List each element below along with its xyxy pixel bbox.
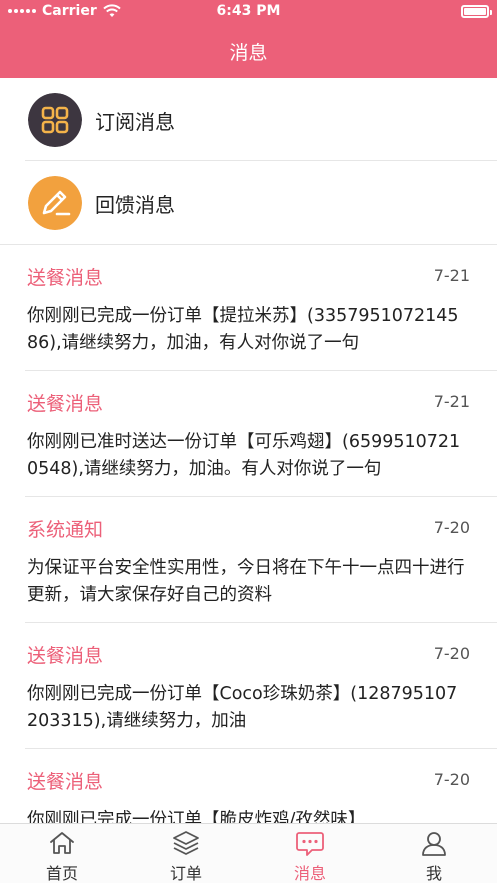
message-body: 为保证平台安全性实用性，今日将在下午十一点四十进行更新，请大家保存好自己的资料 — [27, 558, 465, 605]
status-bar: Carrier 6:43 PM — [0, 0, 497, 24]
message-body: 你刚刚已完成一份订单【提拉米苏】(335795107214586),请继续努力，… — [27, 306, 459, 353]
tab-messages[interactable]: 消息 — [248, 824, 372, 883]
nav-header: Carrier 6:43 PM 消息 — [0, 0, 497, 78]
message-icon — [296, 832, 324, 856]
grid-apps-icon — [28, 93, 82, 147]
message-date: 7-20 — [433, 518, 470, 537]
message-title: 系统通知 — [27, 519, 104, 541]
message-body: 你刚刚已准时送达一份订单【可乐鸡翅】(65995107210548),请继续努力… — [27, 432, 461, 479]
tab-home[interactable]: 首页 — [0, 824, 124, 883]
message-item[interactable]: 送餐消息 7-21 你刚刚已完成一份订单【提拉米苏】(3357951072145… — [0, 245, 497, 371]
message-body: 你刚刚已完成一份订单【Coco珍珠奶茶】(128795107203315),请继… — [27, 684, 458, 731]
message-item[interactable]: 系统通知 7-20 为保证平台安全性实用性，今日将在下午十一点四十进行更新，请大… — [0, 497, 497, 623]
tab-label: 消息 — [293, 864, 326, 883]
message-title: 送餐消息 — [27, 645, 104, 667]
message-title: 送餐消息 — [27, 393, 104, 415]
tab-label: 订单 — [169, 864, 202, 883]
message-item[interactable]: 送餐消息 7-20 你刚刚已完成一份订单【脆皮炸鸡/孜然味】 — [0, 749, 497, 823]
message-date: 7-20 — [433, 770, 470, 789]
battery-icon — [461, 5, 492, 18]
layers-icon — [173, 831, 199, 855]
message-date: 7-21 — [433, 392, 470, 411]
home-icon — [50, 832, 74, 854]
subscribe-messages-row[interactable]: 订阅消息 — [0, 78, 497, 162]
message-date: 7-20 — [433, 644, 470, 663]
tab-bar: 首页 订单 消息 我 — [0, 823, 497, 883]
message-item[interactable]: 送餐消息 7-21 你刚刚已准时送达一份订单【可乐鸡翅】(65995107210… — [0, 371, 497, 497]
message-title: 送餐消息 — [27, 771, 104, 793]
user-icon — [422, 832, 446, 856]
tab-label: 首页 — [45, 864, 78, 883]
tab-profile[interactable]: 我 — [372, 824, 496, 883]
message-title: 送餐消息 — [27, 267, 104, 289]
message-date: 7-21 — [433, 266, 470, 285]
tab-label: 我 — [425, 864, 442, 883]
feedback-messages-label: 回馈消息 — [95, 192, 175, 217]
page-title: 消息 — [229, 42, 268, 64]
tab-orders[interactable]: 订单 — [124, 824, 248, 883]
message-body: 你刚刚已完成一份订单【脆皮炸鸡/孜然味】 — [27, 810, 366, 823]
feedback-messages-row[interactable]: 回馈消息 — [0, 161, 497, 245]
edit-pencil-icon — [28, 176, 82, 230]
message-item[interactable]: 送餐消息 7-20 你刚刚已完成一份订单【Coco珍珠奶茶】(128795107… — [0, 623, 497, 749]
clock: 6:43 PM — [216, 3, 281, 19]
subscribe-messages-label: 订阅消息 — [95, 109, 175, 134]
